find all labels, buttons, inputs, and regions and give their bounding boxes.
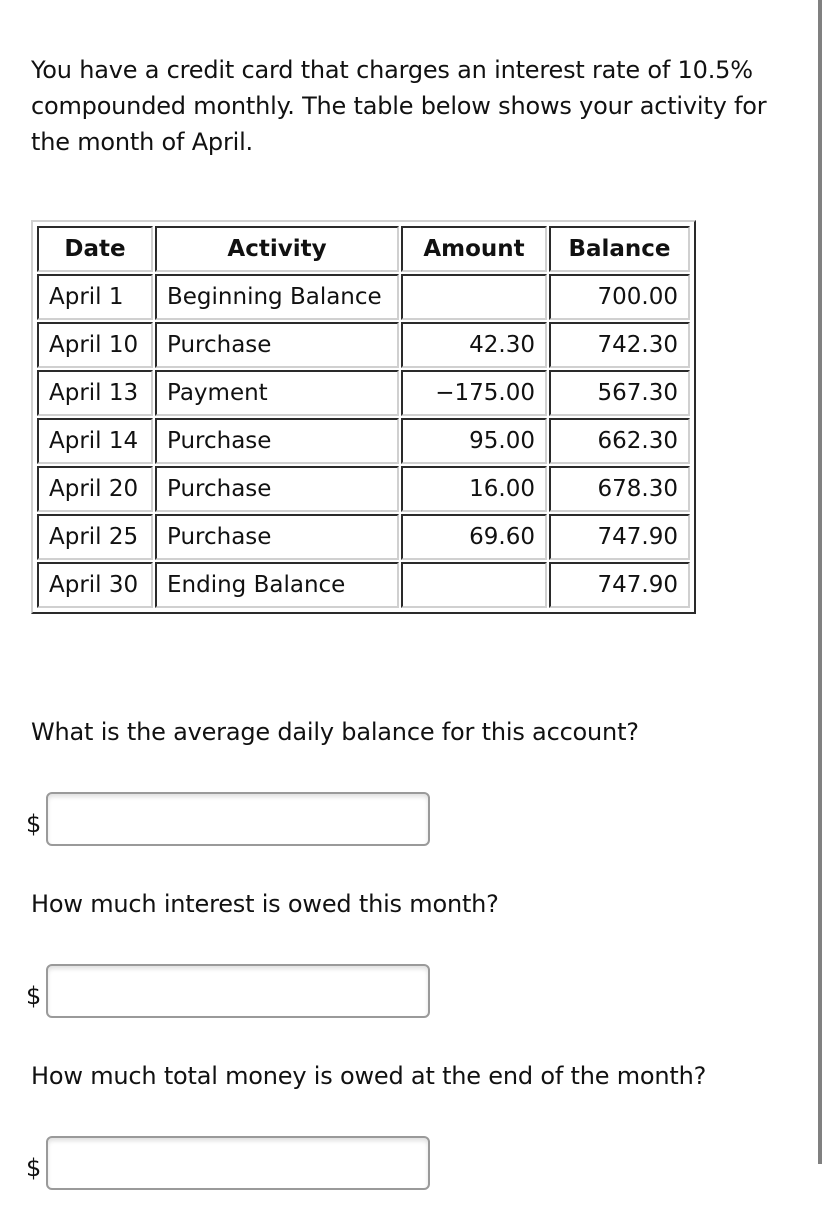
- cell-amount: [401, 274, 547, 320]
- cell-activity: Purchase: [155, 514, 399, 560]
- cell-activity: Purchase: [155, 322, 399, 368]
- cell-activity: Ending Balance: [155, 562, 399, 608]
- cell-balance: 567.30: [549, 370, 690, 416]
- answer-row-total-owed: $: [26, 1136, 430, 1190]
- table-row: April 30 Ending Balance 747.90: [37, 562, 690, 608]
- answer-row-interest-owed: $: [26, 964, 430, 1018]
- dollar-sign-label: $: [26, 1154, 42, 1182]
- cell-amount: 16.00: [401, 466, 547, 512]
- problem-statement: You have a credit card that charges an i…: [31, 56, 767, 156]
- table-row: April 20 Purchase 16.00 678.30: [37, 466, 690, 512]
- header-activity: Activity: [155, 226, 399, 272]
- total-owed-input[interactable]: [46, 1136, 430, 1190]
- cell-amount: 95.00: [401, 418, 547, 464]
- cell-date: April 1: [37, 274, 153, 320]
- table-row: April 10 Purchase 42.30 742.30: [37, 322, 690, 368]
- cell-balance: 747.90: [549, 514, 690, 560]
- answer-row-average-daily-balance: $: [26, 792, 430, 846]
- cell-balance: 747.90: [549, 562, 690, 608]
- question-interest-owed: How much interest is owed this month?: [31, 890, 499, 918]
- cell-balance: 700.00: [549, 274, 690, 320]
- cell-date: April 25: [37, 514, 153, 560]
- cell-activity: Purchase: [155, 466, 399, 512]
- table-row: April 14 Purchase 95.00 662.30: [37, 418, 690, 464]
- cell-activity: Payment: [155, 370, 399, 416]
- activity-table-container: Date Activity Amount Balance April 1 Beg…: [31, 220, 696, 614]
- cell-amount: −175.00: [401, 370, 547, 416]
- dollar-sign-label: $: [26, 810, 42, 838]
- cell-date: April 14: [37, 418, 153, 464]
- cell-balance: 662.30: [549, 418, 690, 464]
- cell-activity: Purchase: [155, 418, 399, 464]
- table-header-row: Date Activity Amount Balance: [37, 226, 690, 272]
- header-amount: Amount: [401, 226, 547, 272]
- question-average-daily-balance: What is the average daily balance for th…: [31, 718, 639, 746]
- cell-amount: [401, 562, 547, 608]
- cell-date: April 20: [37, 466, 153, 512]
- cell-date: April 13: [37, 370, 153, 416]
- interest-owed-input[interactable]: [46, 964, 430, 1018]
- activity-table: Date Activity Amount Balance April 1 Beg…: [31, 220, 696, 614]
- question-total-owed: How much total money is owed at the end …: [31, 1062, 707, 1090]
- table-row: April 25 Purchase 69.60 747.90: [37, 514, 690, 560]
- average-daily-balance-input[interactable]: [46, 792, 430, 846]
- cell-amount: 69.60: [401, 514, 547, 560]
- dollar-sign-label: $: [26, 982, 42, 1010]
- cell-activity: Beginning Balance: [155, 274, 399, 320]
- cell-balance: 742.30: [549, 322, 690, 368]
- header-balance: Balance: [549, 226, 690, 272]
- header-date: Date: [37, 226, 153, 272]
- cell-balance: 678.30: [549, 466, 690, 512]
- cell-date: April 10: [37, 322, 153, 368]
- page-scrollbar[interactable]: [818, 0, 822, 1164]
- cell-date: April 30: [37, 562, 153, 608]
- table-row: April 13 Payment −175.00 567.30: [37, 370, 690, 416]
- cell-amount: 42.30: [401, 322, 547, 368]
- table-row: April 1 Beginning Balance 700.00: [37, 274, 690, 320]
